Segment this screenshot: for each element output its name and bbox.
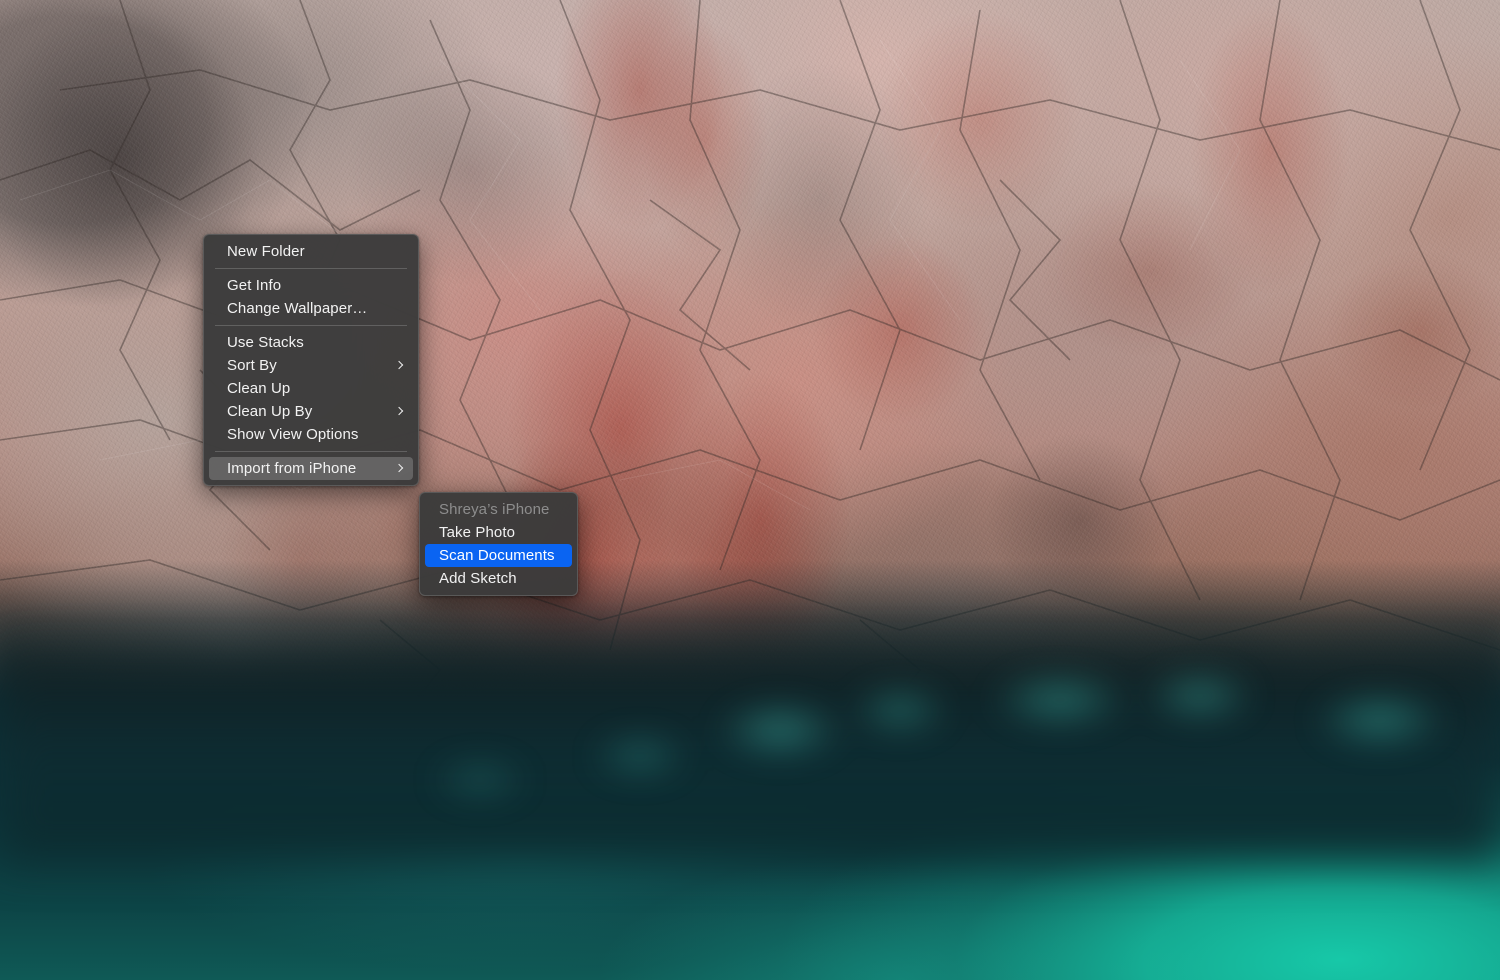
menu-item-import-from-iphone[interactable]: Import from iPhone: [209, 457, 413, 480]
menu-item-label: New Folder: [227, 243, 305, 260]
submenu-item-device-name: Shreya’s iPhone: [425, 498, 572, 521]
desktop-wallpaper: [0, 0, 1500, 980]
menu-item-clean-up[interactable]: Clean Up: [209, 377, 413, 400]
menu-separator: [215, 451, 407, 452]
menu-item-label: Clean Up: [227, 380, 291, 397]
submenu-item-label: Take Photo: [439, 524, 516, 541]
menu-separator: [215, 268, 407, 269]
menu-item-label: Show View Options: [227, 426, 359, 443]
chevron-right-icon: [395, 462, 404, 475]
menu-item-clean-up-by[interactable]: Clean Up By: [209, 400, 413, 423]
submenu-item-take-photo[interactable]: Take Photo: [425, 521, 572, 544]
submenu-item-label: Add Sketch: [439, 570, 517, 587]
menu-item-label: Use Stacks: [227, 334, 304, 351]
desktop[interactable]: New Folder Get Info Change Wallpaper… Us…: [0, 0, 1500, 980]
menu-item-label: Get Info: [227, 277, 282, 294]
desktop-context-menu[interactable]: New Folder Get Info Change Wallpaper… Us…: [203, 234, 419, 486]
menu-item-label: Import from iPhone: [227, 460, 357, 477]
menu-item-new-folder[interactable]: New Folder: [209, 240, 413, 263]
menu-item-show-view-options[interactable]: Show View Options: [209, 423, 413, 446]
wallpaper-water-reflections: [0, 660, 1500, 860]
menu-item-sort-by[interactable]: Sort By: [209, 354, 413, 377]
import-from-iphone-submenu[interactable]: Shreya’s iPhone Take Photo Scan Document…: [419, 492, 578, 596]
menu-item-change-wallpaper[interactable]: Change Wallpaper…: [209, 297, 413, 320]
menu-item-label: Clean Up By: [227, 403, 313, 420]
submenu-item-scan-documents[interactable]: Scan Documents: [425, 544, 572, 567]
menu-item-get-info[interactable]: Get Info: [209, 274, 413, 297]
submenu-item-label: Shreya’s iPhone: [439, 501, 550, 518]
submenu-item-label: Scan Documents: [439, 547, 555, 564]
menu-item-label: Sort By: [227, 357, 277, 374]
chevron-right-icon: [395, 359, 404, 372]
chevron-right-icon: [395, 405, 404, 418]
submenu-item-add-sketch[interactable]: Add Sketch: [425, 567, 572, 590]
menu-separator: [215, 325, 407, 326]
menu-item-label: Change Wallpaper…: [227, 300, 368, 317]
menu-item-use-stacks[interactable]: Use Stacks: [209, 331, 413, 354]
